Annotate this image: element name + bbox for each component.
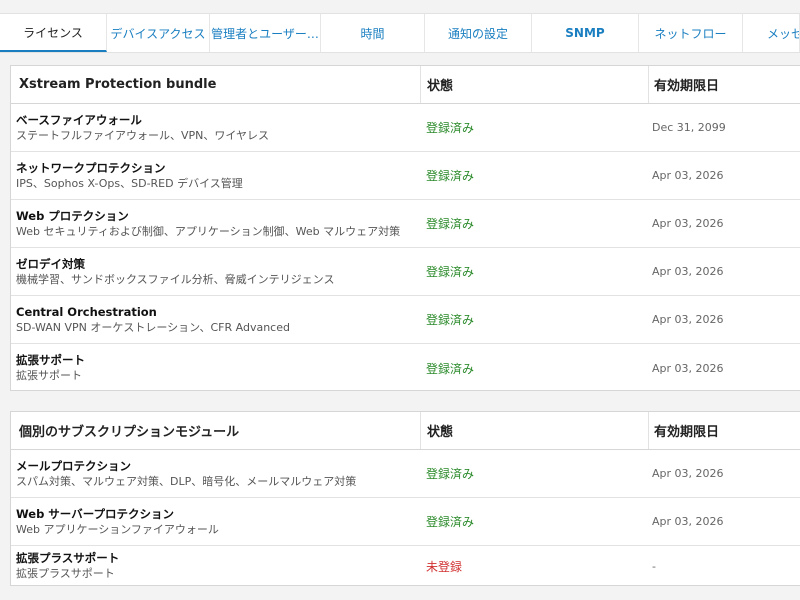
module-description: Web セキュリティおよび制御、アプリケーション制御、Web マルウェア対策 bbox=[16, 224, 401, 238]
tab-messages[interactable]: メッセ bbox=[743, 14, 800, 52]
settings-tab-bar: ライセンス デバイスアクセス 管理者とユーザー… 時間 通知の設定 SNMP ネ… bbox=[0, 13, 800, 53]
tab-snmp[interactable]: SNMP bbox=[532, 14, 639, 52]
expiry-column-header: 有効期限日 bbox=[654, 79, 720, 94]
table-header: 個別のサブスクリプションモジュール 状態 有効期限日 bbox=[11, 412, 800, 450]
tab-admins-users[interactable]: 管理者とユーザー… bbox=[210, 14, 321, 52]
status-badge: 登録済み bbox=[426, 169, 475, 183]
module-name: ネットワークプロテクション bbox=[16, 160, 166, 175]
module-description: SD-WAN VPN オーケストレーション、CFR Advanced bbox=[16, 320, 290, 334]
table-row: Web プロテクション Web セキュリティおよび制御、アプリケーション制御、We… bbox=[11, 200, 800, 248]
module-name: メールプロテクション bbox=[16, 458, 131, 473]
module-description: 拡張サポート bbox=[16, 369, 82, 382]
modules-title: 個別のサブスクリプションモジュール bbox=[11, 412, 421, 449]
module-description: Web アプリケーションファイアウォール bbox=[16, 522, 219, 536]
expiry-date: Apr 03, 2026 bbox=[652, 361, 724, 375]
module-description: スパム対策、マルウェア対策、DLP、暗号化、メールマルウェア対策 bbox=[16, 474, 357, 488]
tab-license[interactable]: ライセンス bbox=[0, 14, 107, 52]
status-badge: 登録済み bbox=[426, 313, 475, 327]
expiry-date: Apr 03, 2026 bbox=[652, 515, 724, 528]
expiry-date: - bbox=[652, 559, 656, 573]
status-badge: 登録済み bbox=[426, 515, 475, 529]
module-name: ベースファイアウォール bbox=[16, 112, 142, 127]
tab-notification-settings[interactable]: 通知の設定 bbox=[425, 14, 532, 52]
expiry-date: Apr 03, 2026 bbox=[652, 313, 724, 326]
module-description: 拡張プラスサポート bbox=[16, 567, 115, 580]
module-name: Central Orchestration bbox=[16, 304, 157, 319]
module-description: ステートフルファイアウォール、VPN、ワイヤレス bbox=[16, 128, 270, 142]
table-row: Web サーバープロテクション Web アプリケーションファイアウォール 登録済み… bbox=[11, 498, 800, 546]
expiry-date: Apr 03, 2026 bbox=[652, 169, 724, 182]
expiry-date: Apr 03, 2026 bbox=[652, 265, 724, 278]
table-row: 拡張サポート 拡張サポート 登録済み Apr 03, 2026 bbox=[11, 344, 800, 392]
status-badge: 登録済み bbox=[426, 361, 475, 376]
table-row: ネットワークプロテクション IPS、Sophos X-Ops、SD-RED デバイ… bbox=[11, 152, 800, 200]
module-name: Web プロテクション bbox=[16, 208, 129, 223]
status-column-header: 状態 bbox=[421, 66, 649, 103]
subscription-modules-table: 個別のサブスクリプションモジュール 状態 有効期限日 メールプロテクション スパム… bbox=[10, 411, 800, 586]
expiry-date: Apr 03, 2026 bbox=[652, 217, 724, 230]
tab-device-access[interactable]: デバイスアクセス bbox=[107, 14, 210, 52]
table-row: メールプロテクション スパム対策、マルウェア対策、DLP、暗号化、メールマルウェア… bbox=[11, 450, 800, 498]
status-column-header: 状態 bbox=[421, 412, 649, 449]
module-description: IPS、Sophos X-Ops、SD-RED デバイス管理 bbox=[16, 176, 243, 190]
tab-netflow[interactable]: ネットフロー bbox=[639, 14, 743, 52]
table-row: 拡張プラスサポート 拡張プラスサポート 未登録 - bbox=[11, 546, 800, 586]
status-badge: 登録済み bbox=[426, 121, 475, 135]
expiry-date: Apr 03, 2026 bbox=[652, 467, 724, 480]
table-row: ベースファイアウォール ステートフルファイアウォール、VPN、ワイヤレス 登録済み… bbox=[11, 104, 800, 152]
module-name: 拡張サポート bbox=[16, 353, 85, 367]
bundle-license-table: Xstream Protection bundle 状態 有効期限日 ベースファ… bbox=[10, 65, 800, 391]
module-name: Web サーバープロテクション bbox=[16, 506, 175, 521]
expiry-date: Dec 31, 2099 bbox=[652, 121, 726, 134]
bundle-title: Xstream Protection bundle bbox=[11, 66, 421, 103]
status-badge: 登録済み bbox=[426, 217, 475, 231]
module-name: ゼロデイ対策 bbox=[16, 256, 85, 271]
status-badge: 未登録 bbox=[426, 559, 463, 574]
module-name: 拡張プラスサポート bbox=[16, 551, 120, 565]
table-row: ゼロデイ対策 機械学習、サンドボックスファイル分析、脅威インテリジェンス 登録済み… bbox=[11, 248, 800, 296]
status-badge: 登録済み bbox=[426, 265, 475, 279]
table-row: Central Orchestration SD-WAN VPN オーケストレーシ… bbox=[11, 296, 800, 344]
table-header: Xstream Protection bundle 状態 有効期限日 bbox=[11, 66, 800, 104]
status-badge: 登録済み bbox=[426, 467, 475, 481]
expiry-column-header: 有効期限日 bbox=[654, 425, 720, 440]
tab-time[interactable]: 時間 bbox=[321, 14, 425, 52]
module-description: 機械学習、サンドボックスファイル分析、脅威インテリジェンス bbox=[16, 272, 335, 286]
